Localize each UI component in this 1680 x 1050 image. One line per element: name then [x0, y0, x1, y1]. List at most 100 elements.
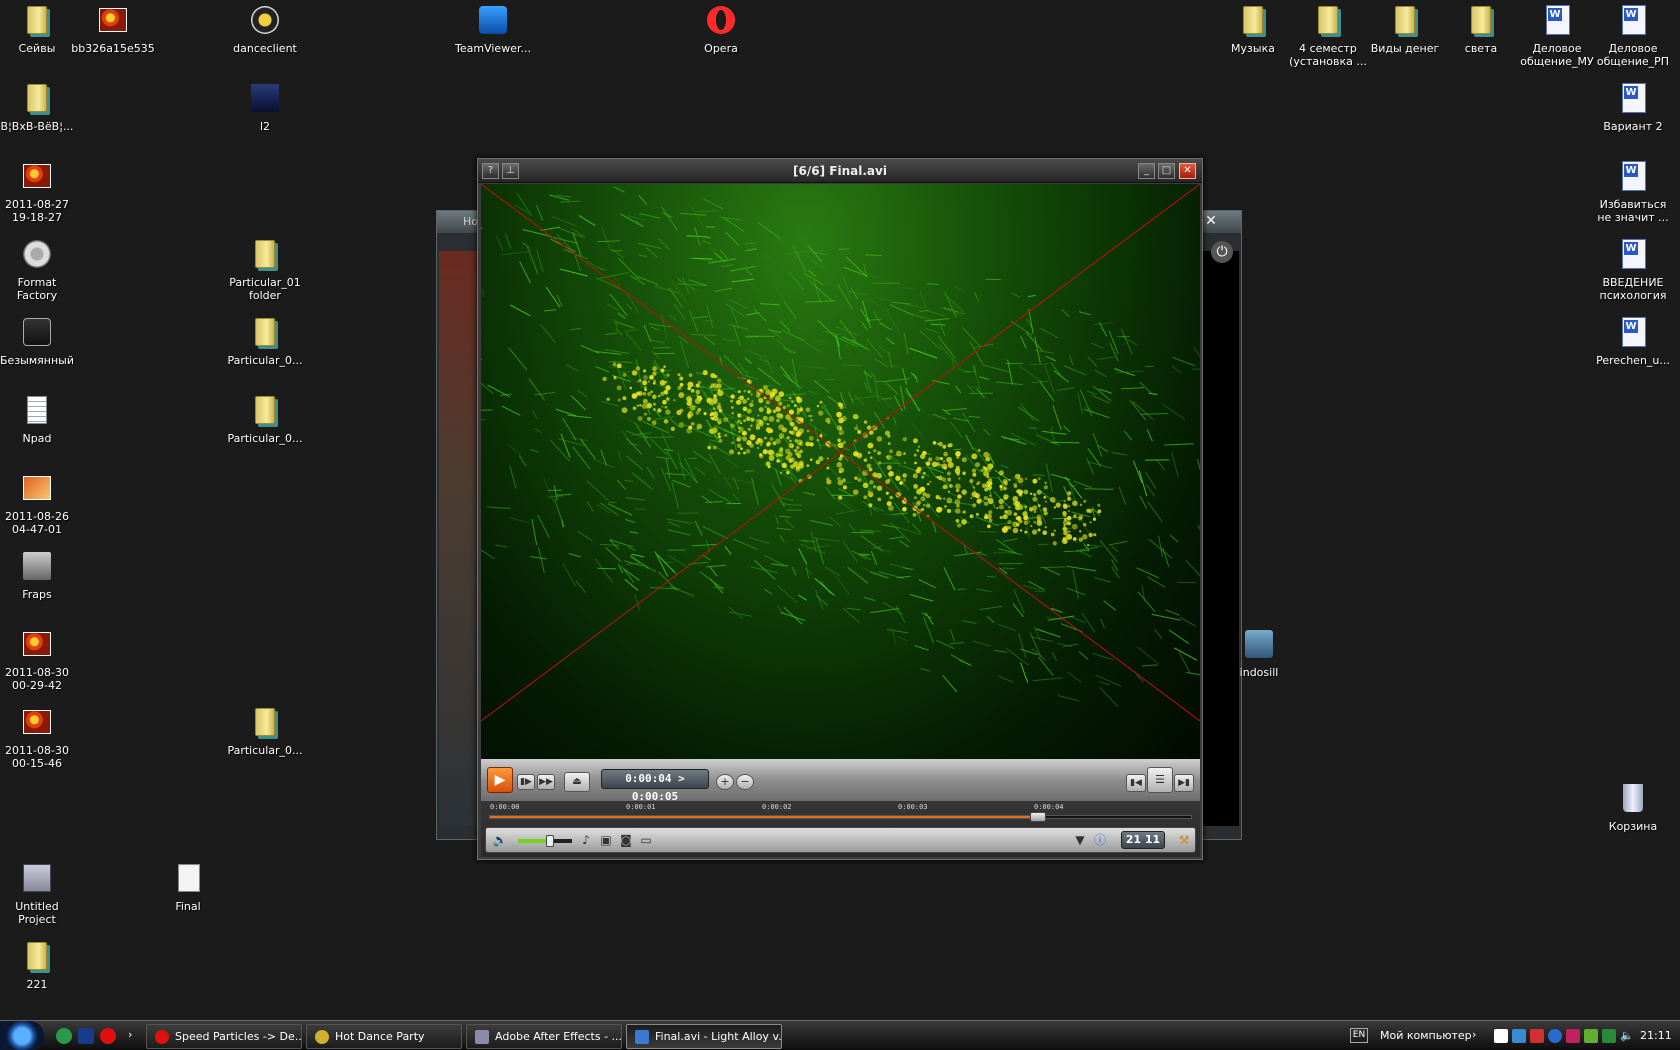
desktop-icon-221[interactable]: 221 — [0, 938, 77, 991]
desktop-icon-delovoe-rp[interactable]: Деловое общение_РП — [1593, 2, 1673, 68]
desktop-icon-final[interactable]: Final — [148, 860, 228, 913]
word-doc-icon — [1622, 239, 1646, 269]
quicklaunch-opera-icon[interactable] — [100, 1028, 116, 1044]
desktop-icon-saves[interactable]: Сейвы — [0, 2, 77, 55]
settings-icon[interactable]: ⚒ — [1176, 832, 1192, 848]
speaker-icon[interactable]: 🔈 — [492, 832, 508, 848]
time-display[interactable]: 0:00:04 > 0:00:05 — [601, 769, 709, 803]
desktop-icon-4-semestr[interactable]: 4 семестр (установка ... — [1288, 2, 1368, 68]
app-icon — [251, 84, 279, 112]
desktop-icon-folder-garbled[interactable]: В¦ВхВ-ВёВ¦... — [0, 80, 77, 133]
desktop-icon-2011-08-26[interactable]: 2011-08-26 04-47-01 — [0, 470, 77, 536]
desktop-icon-particular-01-folder[interactable]: Particular_01 folder — [225, 236, 305, 302]
desktop-icon-particular-03[interactable]: Particular_0... — [225, 392, 305, 445]
taskbar: › Speed Particles -> De... Hot Dance Par… — [0, 1020, 1680, 1050]
desktop-icon-untitled-project[interactable]: Untitled Project — [0, 860, 77, 926]
seek-track[interactable] — [489, 812, 1192, 822]
word-doc-icon — [1622, 5, 1646, 35]
desktop-icon-recycle-bin[interactable]: Корзина — [1593, 780, 1673, 833]
desktop-icon-particular-04[interactable]: Particular_0... — [225, 704, 305, 757]
app-icon — [251, 6, 279, 34]
close-button[interactable]: ✕ — [1179, 163, 1196, 179]
video-settings-icon[interactable]: ▣ — [598, 832, 614, 848]
desktop-icon-delovoe-mu[interactable]: Деловое общение_МУ — [1517, 2, 1597, 68]
language-indicator[interactable]: EN — [1350, 1028, 1368, 1043]
fast-forward-button[interactable]: ▶▶ — [537, 774, 555, 790]
desktop-icon-particular-02[interactable]: Particular_0... — [225, 314, 305, 367]
taskbar-item-after-effects[interactable]: Adobe After Effects - ... — [466, 1024, 622, 1049]
desktop-icon-npad[interactable]: Npad — [0, 392, 77, 445]
desktop-icon-perechen[interactable]: Perechen_u... — [1593, 314, 1673, 367]
quicklaunch-expand-icon[interactable]: › — [128, 1028, 132, 1041]
desktop-icon-teamviewer[interactable]: TeamViewer... — [453, 2, 533, 55]
maximize-button[interactable]: □ — [1158, 163, 1175, 179]
seek-handle[interactable] — [1030, 812, 1047, 822]
tray-app-icon[interactable] — [1602, 1029, 1616, 1043]
taskbar-item-speed-particles[interactable]: Speed Particles -> De... — [146, 1024, 302, 1049]
minimize-button[interactable]: _ — [1138, 163, 1155, 179]
frame-step-button[interactable]: ▮▶ — [517, 774, 535, 790]
eject-button[interactable]: ⏏ — [564, 772, 590, 792]
filter-icon[interactable]: ▼ — [1072, 832, 1088, 848]
audio-track-icon[interactable]: ♪ — [578, 832, 594, 848]
desktop-icon-variant-2[interactable]: Вариант 2 — [1593, 80, 1673, 133]
folder-icon — [27, 942, 47, 970]
power-icon[interactable]: ⏻ — [1211, 241, 1233, 263]
desktop-icon-bezymyanny[interactable]: Безымянный — [0, 314, 77, 367]
taskbar-clock[interactable]: 21:11 — [1640, 1029, 1672, 1042]
image-icon — [99, 8, 127, 32]
toolbar-expand-icon[interactable]: › — [1472, 1028, 1476, 1041]
light-alloy-player-window[interactable]: ? ⊥ [6/6] Final.avi _ □ ✕ ▶ ▮▶ ▶▶ ⏏ 0:00… — [477, 158, 1203, 860]
desktop-icon-2011-08-30-b[interactable]: 2011-08-30 00-15-46 — [0, 704, 77, 770]
desktop-icon-l2[interactable]: l2 — [225, 80, 305, 133]
folder-icon — [255, 708, 275, 736]
desktop-icon-bb326a15e535[interactable]: bb326a15e535 — [71, 2, 155, 55]
volume-icon[interactable]: 🔈 — [1620, 1029, 1634, 1043]
subtitles-icon[interactable]: ▭ — [638, 832, 654, 848]
my-computer-toolbar[interactable]: Мой компьютер — [1380, 1029, 1472, 1042]
tray-app-icon[interactable] — [1566, 1029, 1580, 1043]
desktop-icon-2011-08-27[interactable]: 2011-08-27 19-18-27 — [0, 158, 77, 224]
screenshot-icon[interactable]: ◙ — [618, 832, 634, 848]
desktop-icon-2011-08-30-a[interactable]: 2011-08-30 00-29-42 — [0, 626, 77, 692]
tray-app-icon[interactable] — [1548, 1029, 1562, 1043]
volume-handle[interactable] — [546, 835, 555, 847]
recycle-bin-icon — [1623, 784, 1643, 812]
app-icon — [23, 240, 51, 268]
next-file-button[interactable]: ▶▮ — [1174, 774, 1194, 792]
folder-icon — [255, 396, 275, 424]
desktop-icon-format-factory[interactable]: Format Factory — [0, 236, 77, 302]
zoom-out-icon[interactable]: − — [736, 774, 754, 790]
volume-slider[interactable] — [518, 835, 572, 847]
desktop-icon-sveta[interactable]: света — [1441, 2, 1521, 55]
playlist-button[interactable]: ☰ — [1147, 767, 1173, 793]
network-icon[interactable] — [1512, 1029, 1526, 1043]
tray-app-icon[interactable] — [1530, 1029, 1544, 1043]
previous-file-button[interactable]: ▮◀ — [1126, 774, 1146, 792]
nvidia-icon[interactable] — [1584, 1029, 1598, 1043]
desktop-icon-izbavitsya[interactable]: Избавиться не значит ... — [1593, 158, 1673, 224]
zoom-in-icon[interactable]: + — [716, 774, 734, 790]
info-icon[interactable]: ⓘ — [1092, 832, 1108, 848]
desktop-icon-opera[interactable]: Opera — [681, 2, 761, 55]
taskbar-item-final-avi[interactable]: Final.avi - Light Alloy v... — [626, 1024, 782, 1049]
taskbar-item-hot-dance-party[interactable]: Hot Dance Party — [306, 1024, 462, 1049]
seek-progress — [490, 816, 1039, 818]
player-titlebar[interactable]: ? ⊥ [6/6] Final.avi _ □ ✕ — [478, 159, 1202, 183]
quicklaunch-app-icon[interactable] — [78, 1028, 94, 1044]
quicklaunch-utorrent-icon[interactable] — [56, 1028, 72, 1044]
player-controls: ▶ ▮▶ ▶▶ ⏏ 0:00:04 > 0:00:05 + − ▮◀ ☰ ▶▮ … — [481, 759, 1200, 857]
desktop-icon-danceclient[interactable]: danceclient — [225, 2, 305, 55]
start-button[interactable] — [0, 1021, 44, 1050]
video-frame[interactable] — [481, 184, 1200, 759]
tray-app-icon[interactable] — [1494, 1029, 1508, 1043]
play-button[interactable]: ▶ — [487, 767, 513, 793]
player-title: [6/6] Final.avi — [793, 164, 887, 178]
desktop-icon-fraps[interactable]: Fraps — [0, 548, 77, 601]
timeline[interactable]: 0:00:00 0:00:01 0:00:02 0:00:03 0:00:04 — [481, 801, 1200, 825]
desktop-icon-indosill[interactable]: indosill — [1219, 626, 1299, 679]
desktop-icon-vvedenie[interactable]: ВВЕДЕНИЕ психология — [1593, 236, 1673, 302]
desktop-icon-vidy-deneg[interactable]: Виды денег — [1365, 2, 1445, 55]
desktop-icon-muzyka[interactable]: Музыка — [1213, 2, 1293, 55]
app-icon — [1245, 630, 1273, 658]
